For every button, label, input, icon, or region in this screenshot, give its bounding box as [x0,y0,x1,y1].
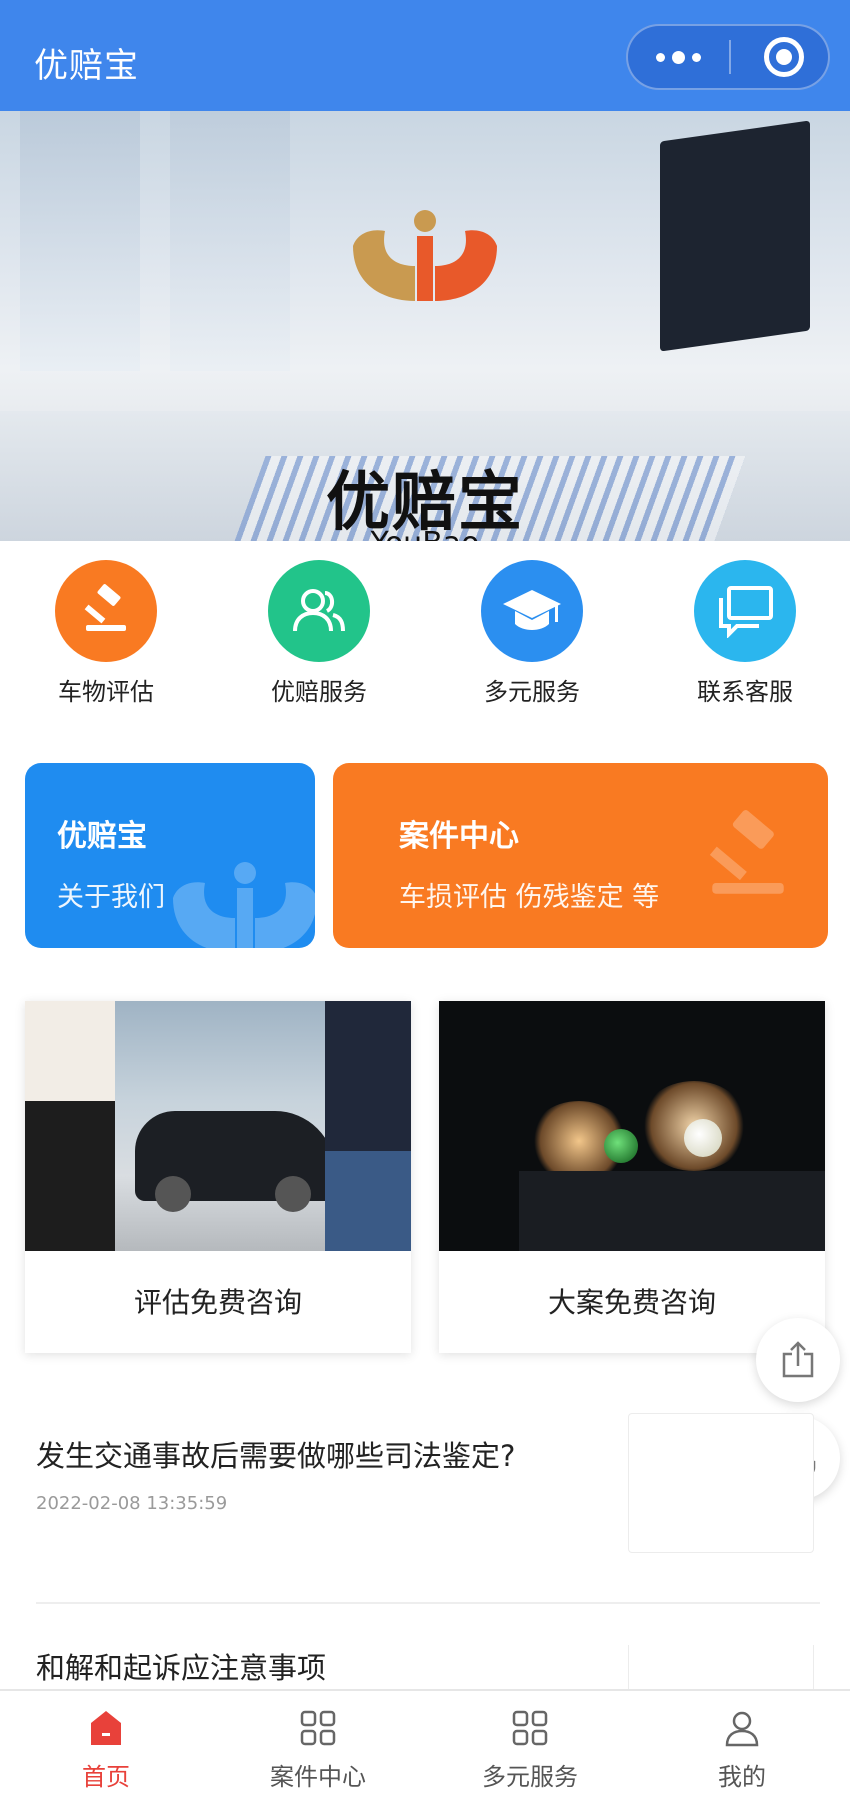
dot-icon [672,50,685,64]
gavel-watermark-icon [709,810,784,894]
gavel-icon [55,560,157,662]
tab-label: 案件中心 [270,1763,366,1791]
tab-mine[interactable]: 我的 [636,1691,848,1799]
more-menu-button[interactable] [628,26,729,88]
major-case-consult-tile[interactable]: 大案免费咨询 [439,1001,825,1353]
quick-nav: 车物评估 优赔服务 多元服务 联系客服 [0,560,850,710]
dot-icon [656,52,665,62]
quick-nav-label: 多元服务 [484,678,580,706]
article-divider [36,1602,820,1604]
tab-label: 我的 [718,1763,766,1791]
grid-icon [512,1710,548,1746]
tab-diverse-services[interactable]: 多元服务 [424,1691,636,1799]
quick-nav-claim-service[interactable]: 优赔服务 [239,560,399,707]
monitor-decoration [660,120,810,352]
card-subtitle: 关于我们 [57,882,165,913]
quick-nav-vehicle-assessment[interactable]: 车物评估 [26,560,186,707]
article-title: 发生交通事故后需要做哪些司法鉴定? [36,1439,516,1473]
card-title: 案件中心 [399,819,519,854]
share-button[interactable] [756,1318,840,1402]
bottom-tab-bar: 首页 案件中心 多元服务 我的 [0,1689,850,1799]
app-header: 优赔宝 [0,0,850,111]
card-title: 优赔宝 [57,819,147,854]
handshake-car-photo [25,1001,411,1251]
card-subtitle: 车损评估 伤残鉴定 等 [399,882,660,913]
window-decoration [20,111,140,371]
tab-home[interactable]: 首页 [0,1691,212,1799]
chat-icon [694,560,796,662]
users-icon [268,560,370,662]
article-title: 和解和起诉应注意事项 [36,1651,327,1685]
article-thumbnail [628,1413,814,1553]
quick-nav-customer-service[interactable]: 联系客服 [665,560,825,707]
tile-caption: 大案免费咨询 [547,1286,716,1319]
home-icon [91,1711,121,1745]
tile-caption: 评估免费咨询 [133,1286,302,1319]
hands-marbles-photo [439,1001,825,1251]
logo-watermark-icon [173,862,315,948]
graduation-cap-icon [481,560,583,662]
about-us-card[interactable]: 优赔宝 关于我们 [25,763,315,948]
case-center-card[interactable]: 案件中心 车损评估 伤残鉴定 等 [333,763,828,948]
banner-carousel[interactable]: 优赔宝 YouBao [0,111,850,541]
tab-case-center[interactable]: 案件中心 [212,1691,424,1799]
tab-label: 多元服务 [482,1763,578,1791]
quick-nav-label: 优赔服务 [271,678,367,706]
quick-nav-diverse-services[interactable]: 多元服务 [452,560,612,707]
article-date: 2022-02-08 13:35:59 [36,1493,228,1514]
capsule-divider [729,40,731,74]
dot-icon [692,52,701,62]
youbao-logo-icon [353,210,497,301]
miniprogram-capsule [626,24,830,90]
close-miniprogram-button[interactable] [764,37,804,77]
banner-logo: 优赔宝 YouBao [300,206,550,541]
quick-nav-label: 联系客服 [697,678,793,706]
share-icon [782,1341,814,1378]
assessment-consult-tile[interactable]: 评估免费咨询 [25,1001,411,1353]
article-item[interactable]: 和解和起诉应注意事项 [36,1645,816,1689]
page-title: 优赔宝 [34,46,139,86]
grid-icon [300,1710,336,1746]
window-decoration [170,111,290,371]
tab-label: 首页 [82,1763,130,1791]
article-thumbnail [628,1645,814,1689]
banner-logo-subtext: YouBao [300,526,550,541]
user-icon [725,1711,759,1747]
quick-nav-label: 车物评估 [58,678,154,706]
